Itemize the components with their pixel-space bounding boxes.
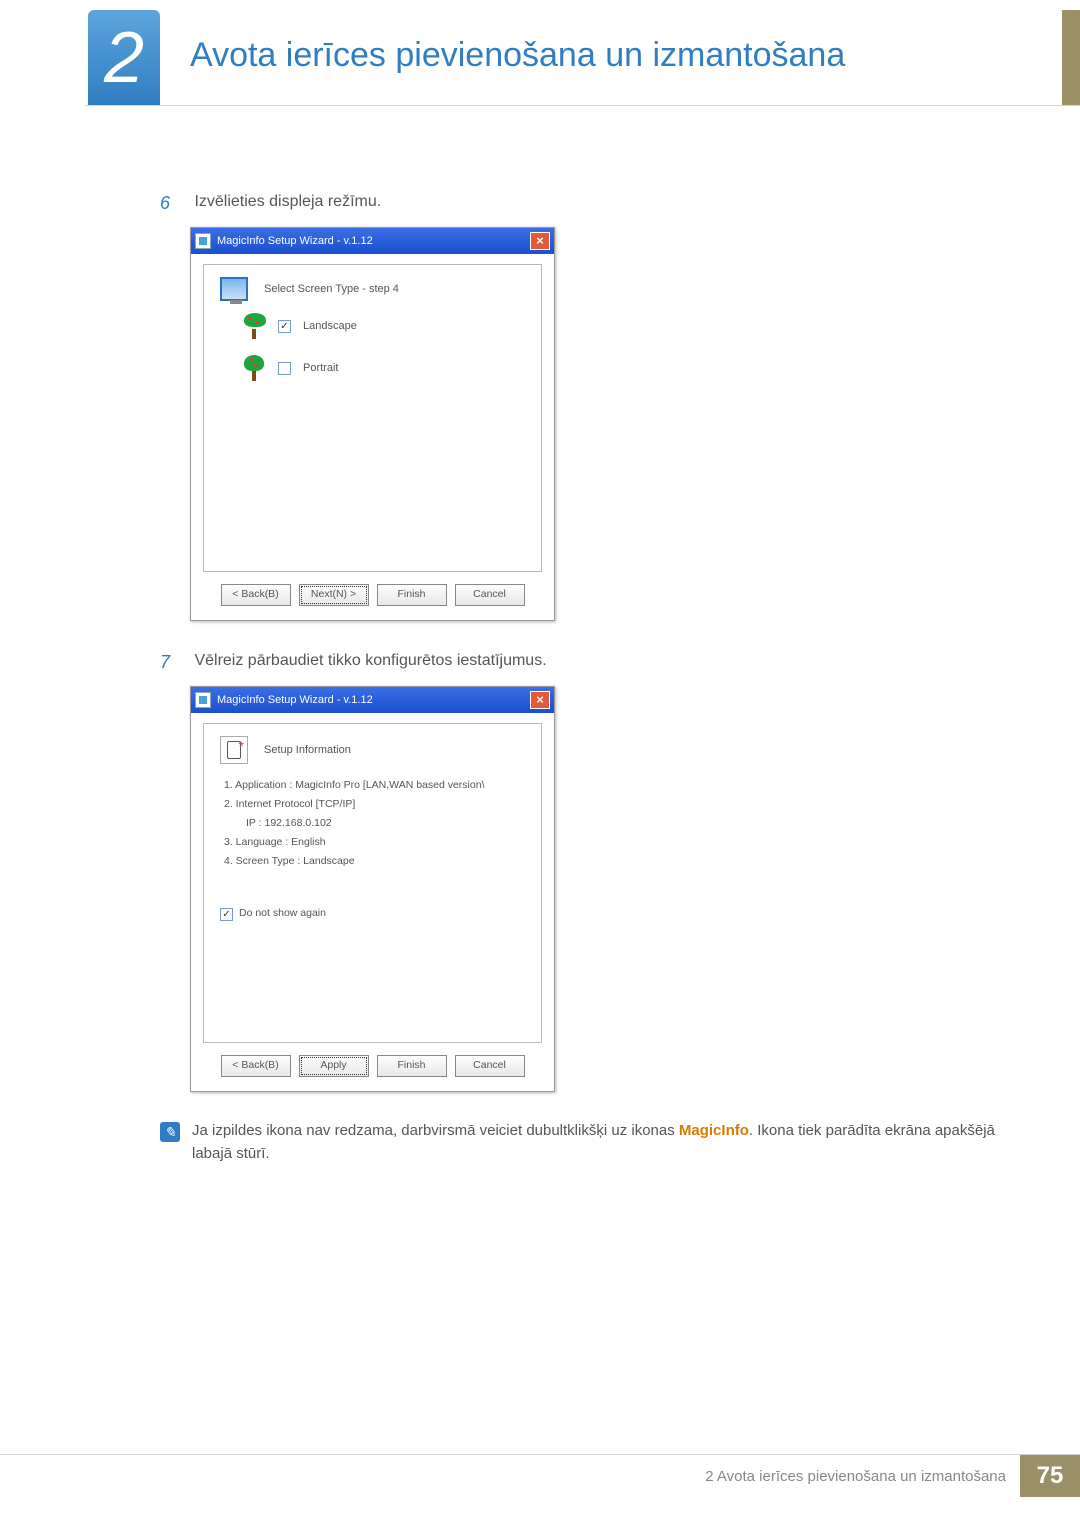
step-number: 7 (160, 649, 190, 676)
panel: Setup Information 1. Application : Magic… (203, 723, 542, 1043)
info-line: IP : 192.168.0.102 (224, 814, 525, 833)
app-icon (195, 692, 211, 708)
info-line: 1. Application : MagicInfo Pro [LAN,WAN … (224, 776, 525, 795)
app-icon (195, 233, 211, 249)
info-icon (220, 736, 248, 764)
titlebar: MagicInfo Setup Wizard - v.1.12 × (191, 228, 554, 254)
dialog-setup-info: MagicInfo Setup Wizard - v.1.12 × Setup … (190, 686, 555, 1092)
cancel-button[interactable]: Cancel (455, 1055, 525, 1077)
checkbox-no-show[interactable]: ✓ (220, 908, 233, 921)
note-text: Ja izpildes ikona nav redzama, darbvirsm… (192, 1120, 1000, 1165)
checkbox-landscape[interactable]: ✓ (278, 320, 291, 333)
window-title: MagicInfo Setup Wizard - v.1.12 (217, 692, 530, 709)
apply-button[interactable]: Apply (299, 1055, 369, 1077)
page-number: 75 (1020, 1455, 1080, 1497)
step-text: Izvēlieties displeja režīmu. (194, 193, 381, 210)
step-6: 6 Izvēlieties displeja režīmu. (160, 190, 1000, 217)
header-stripe (1062, 10, 1080, 105)
back-button[interactable]: < Back(B) (221, 584, 291, 606)
step-number: 6 (160, 190, 190, 217)
dialog-body: Setup Information 1. Application : Magic… (191, 713, 554, 1091)
finish-button[interactable]: Finish (377, 584, 447, 606)
close-icon[interactable]: × (530, 232, 550, 250)
window-title: MagicInfo Setup Wizard - v.1.12 (217, 233, 530, 250)
button-row: < Back(B) Apply Finish Cancel (203, 1055, 542, 1077)
chapter-number: 2 (104, 17, 144, 99)
panel-header: Select Screen Type - step 4 (220, 277, 525, 301)
header-divider (85, 105, 1080, 106)
note-before: Ja izpildes ikona nav redzama, darbvirsm… (192, 1122, 679, 1139)
chapter-tab: 2 (88, 10, 160, 105)
tree-icon (242, 313, 266, 339)
option-label: Portrait (303, 360, 338, 377)
info-line: 3. Language : English (224, 833, 525, 852)
setup-info-list: 1. Application : MagicInfo Pro [LAN,WAN … (220, 776, 525, 870)
checkbox-portrait[interactable] (278, 362, 291, 375)
chapter-title: Avota ierīces pievienošana un izmantošan… (190, 36, 845, 75)
info-line: 4. Screen Type : Landscape (224, 852, 525, 871)
do-not-show-row: ✓ Do not show again (220, 906, 525, 922)
content-area: 6 Izvēlieties displeja režīmu. MagicInfo… (160, 190, 1000, 1165)
button-row: < Back(B) Next(N) > Finish Cancel (203, 584, 542, 606)
info-line: 2. Internet Protocol [TCP/IP] (224, 795, 525, 814)
tree-icon (242, 355, 266, 381)
panel-header: Setup Information (220, 736, 525, 764)
step-text: Vēlreiz pārbaudiet tikko konfigurētos ie… (194, 652, 546, 669)
titlebar: MagicInfo Setup Wizard - v.1.12 × (191, 687, 554, 713)
no-show-label: Do not show again (239, 906, 326, 922)
panel-title: Select Screen Type - step 4 (264, 281, 399, 298)
cancel-button[interactable]: Cancel (455, 584, 525, 606)
option-landscape[interactable]: ✓ Landscape (242, 313, 525, 339)
close-icon[interactable]: × (530, 691, 550, 709)
step-7: 7 Vēlreiz pārbaudiet tikko konfigurētos … (160, 649, 1000, 676)
panel: Select Screen Type - step 4 ✓ Landscape (203, 264, 542, 572)
dialog-screen-type: MagicInfo Setup Wizard - v.1.12 × Select… (190, 227, 555, 621)
back-button[interactable]: < Back(B) (221, 1055, 291, 1077)
finish-button[interactable]: Finish (377, 1055, 447, 1077)
monitor-icon (220, 277, 248, 301)
panel-title: Setup Information (264, 742, 351, 759)
footer: 2 Avota ierīces pievienošana un izmantoš… (705, 1455, 1080, 1497)
note-highlight: MagicInfo (679, 1122, 749, 1139)
note: ✎ Ja izpildes ikona nav redzama, darbvir… (160, 1120, 1000, 1165)
note-icon: ✎ (160, 1122, 180, 1142)
dialog-body: Select Screen Type - step 4 ✓ Landscape (191, 254, 554, 620)
next-button[interactable]: Next(N) > (299, 584, 369, 606)
option-portrait[interactable]: Portrait (242, 355, 525, 381)
footer-text: 2 Avota ierīces pievienošana un izmantoš… (705, 1468, 1020, 1485)
option-label: Landscape (303, 318, 357, 335)
